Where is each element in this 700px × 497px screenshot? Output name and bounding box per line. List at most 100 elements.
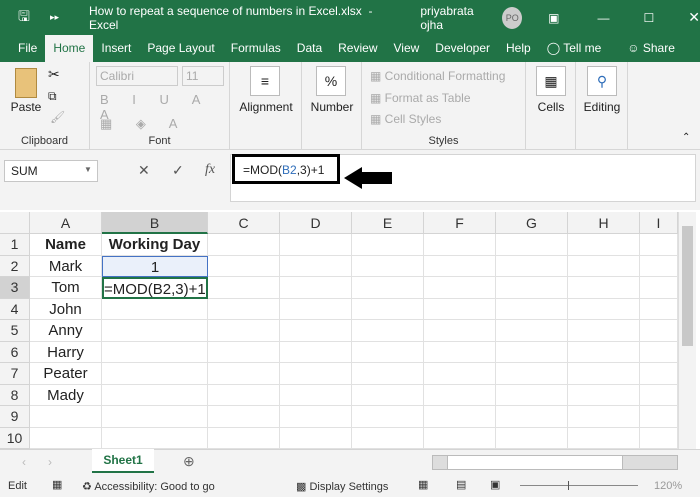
cell-styles-button[interactable]: ▦ Cell Styles (370, 112, 441, 126)
cell-H10[interactable] (568, 427, 640, 449)
cell-I10[interactable] (640, 427, 678, 449)
tab-home[interactable]: Home (45, 35, 94, 62)
column-header-G[interactable]: G (496, 212, 568, 234)
spreadsheet-grid[interactable]: A B C D E F G H I 1 Name Working Day 2 Mark 1 3 Tom =MOD(… (0, 212, 678, 449)
font-name-select[interactable]: Calibri (96, 66, 178, 86)
conditional-formatting-button[interactable]: ▦ Conditional Formatting (370, 69, 505, 83)
cell-H7[interactable] (568, 363, 640, 385)
paste-button[interactable]: Paste (10, 68, 42, 114)
cell-H6[interactable] (568, 341, 640, 363)
cell-B7[interactable] (102, 363, 208, 385)
share-button[interactable]: ☺ Share (619, 35, 683, 62)
row-header-7[interactable]: 7 (0, 363, 30, 385)
cell-F10[interactable] (424, 427, 496, 449)
cell-F5[interactable] (424, 320, 496, 342)
cell-D4[interactable] (280, 298, 352, 320)
page-break-view-icon[interactable]: ▣ (490, 478, 500, 491)
cell-C3[interactable] (208, 277, 280, 299)
cell-D8[interactable] (280, 384, 352, 406)
scroll-right-icon[interactable]: › (48, 455, 52, 469)
vertical-scrollbar[interactable] (678, 212, 696, 449)
cell-D2[interactable] (280, 255, 352, 277)
border-fill-buttons[interactable]: ▦ ◈ A (100, 116, 187, 132)
save-icon[interactable]: 🖫 (18, 6, 30, 30)
insert-function-icon[interactable]: fx (205, 162, 215, 178)
zoom-slider[interactable] (520, 481, 638, 490)
cell-D5[interactable] (280, 320, 352, 342)
cell-A5[interactable]: Anny (30, 320, 102, 342)
tab-formulas[interactable]: Formulas (223, 35, 289, 62)
cell-D1[interactable] (280, 234, 352, 256)
cell-G3[interactable] (496, 277, 568, 299)
column-header-A[interactable]: A (30, 212, 102, 234)
cell-E6[interactable] (352, 341, 424, 363)
cell-F1[interactable] (424, 234, 496, 256)
row-header-2[interactable]: 2 (0, 255, 30, 277)
cells-group[interactable]: ▦ Cells (526, 62, 576, 150)
cell-A2[interactable]: Mark (30, 255, 102, 277)
cell-E4[interactable] (352, 298, 424, 320)
cell-F4[interactable] (424, 298, 496, 320)
alignment-group[interactable]: ≡ Alignment (230, 62, 302, 150)
maximize-button[interactable]: ☐ (644, 11, 655, 25)
editing-group[interactable]: ⚲ Editing (576, 62, 628, 150)
cell-D7[interactable] (280, 363, 352, 385)
cell-F8[interactable] (424, 384, 496, 406)
cell-I1[interactable] (640, 234, 678, 256)
cell-B5[interactable] (102, 320, 208, 342)
cell-C7[interactable] (208, 363, 280, 385)
enter-icon[interactable]: ✓ (172, 162, 184, 179)
cell-C9[interactable] (208, 406, 280, 428)
page-layout-view-icon[interactable]: ▤ (456, 478, 466, 491)
tab-data[interactable]: Data (289, 35, 330, 62)
column-header-F[interactable]: F (424, 212, 496, 234)
cell-E9[interactable] (352, 406, 424, 428)
cell-C4[interactable] (208, 298, 280, 320)
cell-G10[interactable] (496, 427, 568, 449)
row-header-4[interactable]: 4 (0, 298, 30, 320)
copy-icon[interactable]: ⧉ (48, 89, 57, 104)
row-header-3[interactable]: 3 (0, 277, 30, 299)
scroll-left-icon[interactable]: ‹ (22, 455, 26, 469)
cell-B2[interactable]: 1 (102, 255, 208, 277)
cell-C2[interactable] (208, 255, 280, 277)
cell-E3[interactable] (352, 277, 424, 299)
tab-developer[interactable]: Developer (427, 35, 498, 62)
horizontal-scrollbar[interactable] (432, 455, 678, 470)
cell-D9[interactable] (280, 406, 352, 428)
cell-F6[interactable] (424, 341, 496, 363)
add-sheet-icon[interactable]: ⊕ (183, 453, 195, 470)
format-as-table-button[interactable]: ▦ Format as Table (370, 91, 471, 105)
row-header-6[interactable]: 6 (0, 341, 30, 363)
cell-A7[interactable]: Peater (30, 363, 102, 385)
normal-view-icon[interactable]: ▦ (418, 478, 428, 491)
cell-G9[interactable] (496, 406, 568, 428)
cell-E8[interactable] (352, 384, 424, 406)
select-all-corner[interactable] (0, 212, 30, 234)
cut-icon[interactable]: ✂ (48, 66, 60, 83)
minimize-button[interactable]: — (598, 11, 610, 25)
cell-E2[interactable] (352, 255, 424, 277)
cell-H2[interactable] (568, 255, 640, 277)
cell-F2[interactable] (424, 255, 496, 277)
cell-I8[interactable] (640, 384, 678, 406)
collapse-ribbon-icon[interactable]: ⌃ (682, 132, 690, 143)
accessibility-status[interactable]: ♻ Accessibility: Good to go (82, 480, 215, 493)
more-icon[interactable]: ▸▸ (50, 12, 59, 23)
cell-H1[interactable] (568, 234, 640, 256)
cell-B4[interactable] (102, 298, 208, 320)
cell-B1[interactable]: Working Day (102, 234, 208, 256)
cell-A1[interactable]: Name (30, 234, 102, 256)
tab-file[interactable]: File (10, 35, 45, 62)
cell-A9[interactable] (30, 406, 102, 428)
cell-B8[interactable] (102, 384, 208, 406)
cell-C5[interactable] (208, 320, 280, 342)
cell-A10[interactable] (30, 427, 102, 449)
tell-me[interactable]: ◯ Tell me (539, 35, 610, 62)
cell-I9[interactable] (640, 406, 678, 428)
avatar[interactable]: PO (502, 6, 523, 29)
cell-I5[interactable] (640, 320, 678, 342)
cell-A6[interactable]: Harry (30, 341, 102, 363)
cell-F7[interactable] (424, 363, 496, 385)
macro-icon[interactable]: ▦ (52, 478, 62, 491)
